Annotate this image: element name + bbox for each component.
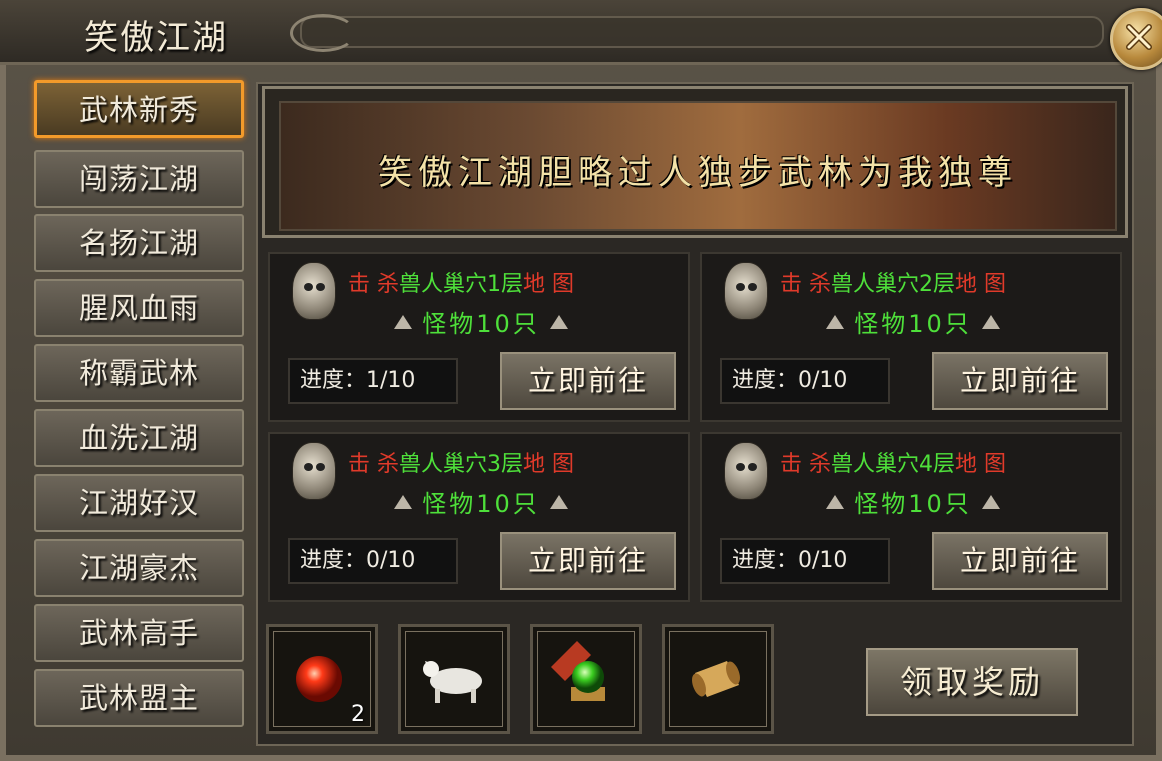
task-card: 击 杀兽人巢穴1层地 图 怪物10只 进度：1/10 立即前往 <box>268 252 690 422</box>
go-now-button[interactable]: 立即前往 <box>932 532 1108 590</box>
gem-icon <box>981 495 1000 509</box>
task-target: 兽人巢穴3层 <box>399 452 523 477</box>
scroll-icon <box>692 661 740 697</box>
task-suffix: 地 图 <box>955 272 1006 297</box>
window-title: 笑傲江湖 <box>84 18 228 58</box>
monster-count: 怪物10只 <box>854 490 972 518</box>
task-prefix: 击 杀 <box>780 452 831 477</box>
monster-count: 怪物10只 <box>854 310 972 338</box>
sidebar-item-jianghu-haohan[interactable]: 江湖好汉 <box>34 474 244 532</box>
gem-icon <box>826 495 845 509</box>
monster-count: 怪物10只 <box>422 490 540 518</box>
gem-icon <box>981 315 1000 329</box>
sidebar-item-wulin-gaoshou[interactable]: 武林高手 <box>34 604 244 662</box>
green-jade-icon <box>551 641 605 701</box>
sidebar-item-xuexi-jianghu[interactable]: 血洗江湖 <box>34 409 244 467</box>
title-ornament <box>300 16 1104 48</box>
task-card: 击 杀兽人巢穴4层地 图 怪物10只 进度：0/10 立即前往 <box>700 432 1122 602</box>
sidebar-item-chuangdang-jianghu[interactable]: 闯荡江湖 <box>34 150 244 208</box>
reward-bar: 2 领取奖励 <box>262 616 1128 742</box>
sidebar-item-mingyang-jianghu[interactable]: 名扬江湖 <box>34 214 244 272</box>
task-monsters: 怪物10只 <box>702 304 1124 339</box>
gem-icon <box>549 495 568 509</box>
reward-slot[interactable] <box>662 624 774 734</box>
sidebar-item-wulin-xinxiu[interactable]: 武林新秀 <box>34 80 244 138</box>
reward-slot[interactable]: 2 <box>266 624 378 734</box>
go-now-button[interactable]: 立即前往 <box>932 352 1108 410</box>
white-horse-icon <box>423 661 482 703</box>
monster-count: 怪物10只 <box>422 310 540 338</box>
go-now-button[interactable]: 立即前往 <box>500 352 676 410</box>
task-target: 兽人巢穴1层 <box>399 272 523 297</box>
sidebar: 武林新秀 闯荡江湖 名扬江湖 腥风血雨 称霸武林 血洗江湖 江湖好汉 江湖豪杰 … <box>24 72 254 752</box>
task-monsters: 怪物10只 <box>702 484 1124 519</box>
gem-icon <box>394 315 413 329</box>
gem-icon <box>826 315 845 329</box>
task-description: 击 杀兽人巢穴1层地 图 <box>348 266 574 298</box>
progress-display: 进度：0/10 <box>288 538 458 584</box>
progress-display: 进度：0/10 <box>720 358 890 404</box>
progress-display: 进度：1/10 <box>288 358 458 404</box>
task-card: 击 杀兽人巢穴2层地 图 怪物10只 进度：0/10 立即前往 <box>700 252 1122 422</box>
task-prefix: 击 杀 <box>348 272 399 297</box>
banner-image: 笑傲江湖胆略过人独步武林为我独尊 <box>279 101 1117 231</box>
sidebar-item-xingfeng-xueyu[interactable]: 腥风血雨 <box>34 279 244 337</box>
task-prefix: 击 杀 <box>780 272 831 297</box>
task-description: 击 杀兽人巢穴2层地 图 <box>780 266 1006 298</box>
title-swirl-icon <box>290 14 356 52</box>
task-monsters: 怪物10只 <box>270 304 692 339</box>
progress-display: 进度：0/10 <box>720 538 890 584</box>
task-target: 兽人巢穴2层 <box>831 272 955 297</box>
close-icon <box>1126 24 1152 50</box>
reward-slot[interactable] <box>530 624 642 734</box>
sidebar-item-wulin-mengzhu[interactable]: 武林盟主 <box>34 669 244 727</box>
item-count: 2 <box>351 702 365 727</box>
task-target: 兽人巢穴4层 <box>831 452 955 477</box>
task-suffix: 地 图 <box>523 452 574 477</box>
task-description: 击 杀兽人巢穴4层地 图 <box>780 446 1006 478</box>
task-suffix: 地 图 <box>955 452 1006 477</box>
sidebar-item-chengba-wulin[interactable]: 称霸武林 <box>34 344 244 402</box>
banner-slogan: 笑傲江湖胆略过人独步武林为我独尊 <box>378 153 1018 193</box>
task-card: 击 杀兽人巢穴3层地 图 怪物10只 进度：0/10 立即前往 <box>268 432 690 602</box>
task-prefix: 击 杀 <box>348 452 399 477</box>
task-suffix: 地 图 <box>523 272 574 297</box>
task-monsters: 怪物10只 <box>270 484 692 519</box>
title-bar: 笑傲江湖 <box>0 0 1162 65</box>
reward-slot[interactable] <box>398 624 510 734</box>
go-now-button[interactable]: 立即前往 <box>500 532 676 590</box>
gem-icon <box>549 315 568 329</box>
gem-icon <box>394 495 413 509</box>
claim-reward-button[interactable]: 领取奖励 <box>866 648 1078 716</box>
task-description: 击 杀兽人巢穴3层地 图 <box>348 446 574 478</box>
banner: 笑傲江湖胆略过人独步武林为我独尊 <box>262 86 1128 238</box>
sidebar-item-jianghu-haojie[interactable]: 江湖豪杰 <box>34 539 244 597</box>
